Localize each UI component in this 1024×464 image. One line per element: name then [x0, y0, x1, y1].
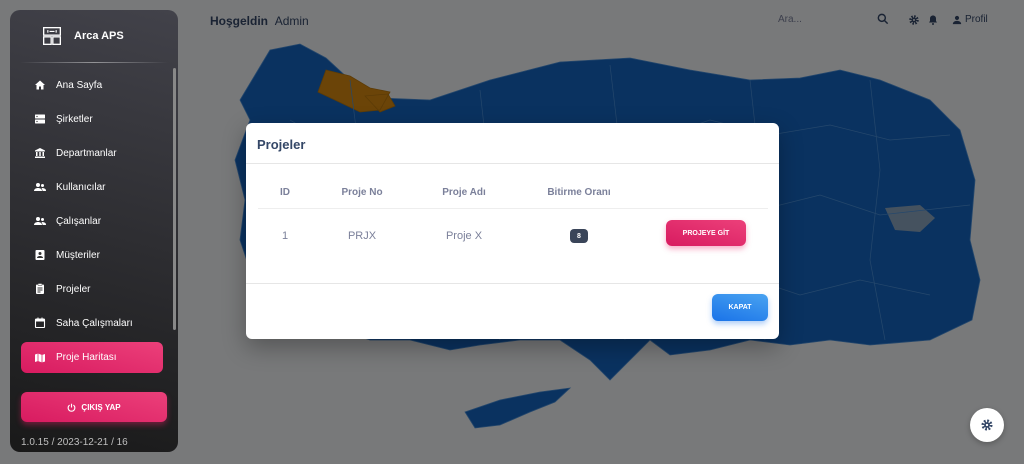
brand-name: Arca APS [74, 30, 124, 42]
sidebar-item-label: Projeler [56, 283, 91, 295]
brand[interactable]: Arca APS [10, 10, 178, 62]
projects-modal: Projeler ID Proje No Proje Adı Bitirme O… [246, 123, 779, 339]
sidebar-item-projeler[interactable]: Projeler [10, 272, 178, 306]
settings-fab[interactable] [970, 408, 1004, 442]
divider [246, 163, 779, 164]
clipboard-icon [34, 283, 46, 295]
column-header-proje-adi: Proje Adı [442, 187, 486, 198]
bank-icon [34, 147, 46, 159]
sidebar-item-sirketler[interactable]: Şirketler [10, 102, 178, 136]
sidebar-nav: Ana Sayfa Şirketler Departmanlar Kullanı… [10, 68, 178, 373]
sidebar: Arca APS Ana Sayfa Şirketler Departmanla… [10, 10, 178, 452]
version-info: 1.0.15 / 2023-12-21 / 16 [21, 437, 128, 448]
sidebar-item-label: Departmanlar [56, 147, 117, 159]
logout-button[interactable]: ÇIKIŞ YAP [21, 392, 167, 422]
sidebar-item-label: Saha Çalışmaları [56, 317, 133, 329]
sidebar-item-label: Şirketler [56, 113, 93, 125]
sidebar-scrollbar[interactable] [173, 68, 176, 330]
divider [258, 208, 768, 209]
storage-icon [34, 113, 46, 125]
contact-icon [34, 249, 46, 261]
go-to-project-button[interactable]: PROJEYE GİT [666, 220, 746, 246]
modal-title: Projeler [257, 137, 306, 152]
home-icon [34, 79, 46, 91]
sidebar-item-calisanlar[interactable]: Çalışanlar [10, 204, 178, 238]
sidebar-item-label: Kullanıcılar [56, 181, 106, 193]
users-icon [34, 181, 46, 193]
completion-badge: 8 [570, 229, 588, 243]
users-icon [34, 215, 46, 227]
gear-icon [981, 419, 993, 431]
calendar-icon [34, 317, 46, 329]
divider [246, 283, 779, 284]
sidebar-item-ana-sayfa[interactable]: Ana Sayfa [10, 68, 178, 102]
sidebar-item-label: Proje Haritası [56, 352, 117, 363]
column-header-proje-no: Proje No [341, 187, 383, 198]
sidebar-item-label: Ana Sayfa [56, 79, 103, 91]
logout-label: ÇIKIŞ YAP [81, 402, 121, 412]
sidebar-item-departmanlar[interactable]: Departmanlar [10, 136, 178, 170]
cell-id: 1 [281, 230, 289, 242]
sidebar-item-proje-haritasi[interactable]: Proje Haritası [21, 342, 163, 373]
column-header-bitirme-orani: Bitirme Oranı [547, 187, 611, 198]
sidebar-item-label: Çalışanlar [56, 215, 102, 227]
sidebar-item-saha-calismalari[interactable]: Saha Çalışmaları [10, 306, 178, 340]
map-icon [34, 352, 46, 364]
close-button[interactable]: KAPAT [712, 294, 768, 321]
divider [20, 62, 168, 63]
sidebar-item-kullanicilar[interactable]: Kullanıcılar [10, 170, 178, 204]
cell-proje-adi: Proje X [445, 230, 483, 242]
sidebar-item-musteriler[interactable]: Müşteriler [10, 238, 178, 272]
cell-proje-no: PRJX [347, 230, 377, 242]
column-header-id: ID [280, 187, 290, 198]
power-icon [68, 403, 76, 412]
sitemap-icon [43, 27, 61, 45]
sidebar-item-label: Müşteriler [56, 249, 100, 261]
